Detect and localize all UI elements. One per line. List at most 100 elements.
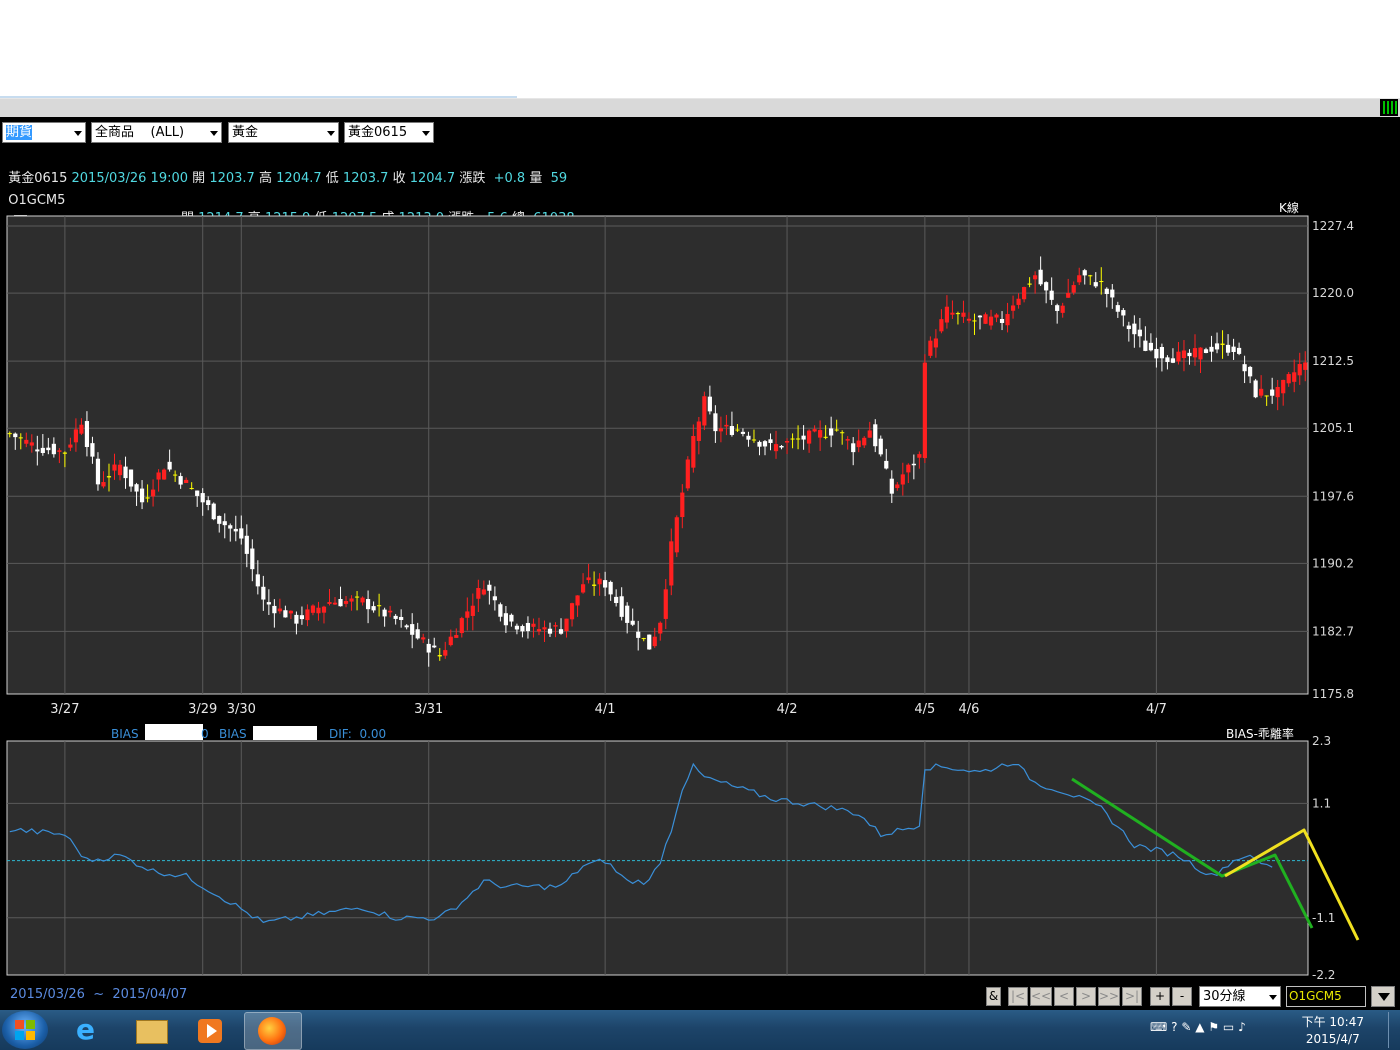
candle-body (487, 584, 492, 591)
candle-body (255, 574, 260, 587)
candle-body (106, 476, 112, 478)
taskbar-firefox[interactable] (244, 1012, 302, 1050)
symbol-dropdown-button[interactable] (1371, 986, 1395, 1007)
chevron-down-icon (1269, 995, 1277, 1000)
nav-next-button[interactable]: > (1076, 987, 1096, 1006)
candle-body (73, 429, 79, 443)
candle-body (156, 472, 161, 480)
candle-body (762, 441, 768, 447)
candle-body (994, 314, 999, 318)
nav-prev-page-button[interactable]: << (1030, 987, 1052, 1006)
candle-body (250, 548, 255, 570)
candle-body (1055, 305, 1060, 311)
candle-body (277, 608, 282, 612)
candle-body (112, 464, 117, 471)
candle-body (1099, 281, 1104, 283)
candle-body (773, 444, 779, 452)
candle-body (294, 614, 299, 624)
candle-body (1132, 323, 1137, 335)
candle-body (1005, 314, 1010, 326)
candle-body (1259, 388, 1264, 396)
candle-body (1060, 305, 1065, 313)
nav-amp-button[interactable]: & (986, 987, 1001, 1006)
candle-body (51, 443, 56, 455)
symbol-input[interactable]: O1GCM5 (1286, 986, 1366, 1007)
date-start: 2015/03/26 (10, 987, 85, 1002)
candle-body (520, 626, 525, 632)
candle-body (503, 613, 508, 626)
candle-body (911, 463, 916, 466)
nav-last-button[interactable]: >| (1122, 987, 1142, 1006)
candle-body (768, 439, 773, 443)
nav-first-button[interactable]: |< (1008, 987, 1028, 1006)
network-icon[interactable]: ▭ (1223, 1020, 1234, 1034)
candle-body (547, 628, 553, 634)
pen-icon[interactable]: ✎ (1181, 1020, 1191, 1034)
zoom-in-button[interactable]: + (1150, 987, 1170, 1006)
candle-body (944, 306, 950, 323)
chevron-down-icon (1378, 993, 1390, 1001)
candle-body (729, 426, 735, 435)
candle-body (1165, 357, 1170, 363)
candle-body (195, 490, 200, 496)
expand-tray-icon[interactable]: ▲ (1195, 1020, 1204, 1034)
candle-body (84, 421, 90, 447)
candle-body (272, 605, 277, 614)
keyboard-icon[interactable]: ⌨ (1150, 1020, 1167, 1034)
start-button[interactable] (2, 1011, 48, 1049)
candle-body (856, 440, 861, 448)
show-desktop-button[interactable] (1388, 1012, 1399, 1048)
candle-body (1049, 290, 1054, 300)
candle-body (1066, 292, 1071, 298)
candle-body (448, 636, 453, 646)
candle-body (514, 625, 520, 630)
candle-body (1110, 289, 1115, 298)
tray-icons: ⌨ ? ✎ ▲ ⚑ ▭ ♪ (1150, 1020, 1246, 1034)
help-icon[interactable]: ? (1171, 1020, 1177, 1034)
candle-body (382, 609, 387, 617)
bias-axis: 2.3 1.1 -1.1 -2.2 (1312, 734, 1335, 982)
candle-body (299, 615, 305, 620)
candle-body (1209, 346, 1214, 352)
candle-body (625, 605, 630, 623)
candle-body (310, 605, 316, 613)
candle-body (999, 319, 1005, 323)
candle-body (608, 581, 613, 595)
candle-body (40, 447, 45, 454)
nav-prev-button[interactable]: < (1054, 987, 1074, 1006)
system-clock[interactable]: 下午 10:47 2015/4/7 (1302, 1014, 1364, 1048)
taskbar-explorer[interactable] (124, 1012, 180, 1048)
candle-body (988, 316, 994, 326)
candle-body (680, 492, 685, 518)
nav-next-page-button[interactable]: >> (1098, 987, 1120, 1006)
candle-body (1137, 329, 1142, 337)
grip-icon[interactable] (1380, 99, 1398, 116)
candle-body (718, 428, 723, 432)
candle-body (470, 605, 475, 616)
candle-body (1170, 358, 1176, 363)
candle-body (145, 497, 150, 499)
price-tick-label: 1190.2 (1312, 556, 1354, 570)
time-tick-label: 4/2 (777, 702, 798, 717)
taskbar-media[interactable] (184, 1012, 240, 1048)
candle-body (795, 438, 801, 440)
candle-body (1033, 275, 1038, 280)
candle-body (410, 624, 415, 635)
bias-plot-area (6, 740, 1309, 976)
volume-icon[interactable]: ♪ (1238, 1020, 1246, 1034)
candle-body (492, 596, 497, 601)
window-title-strip (0, 98, 1400, 118)
candle-body (1253, 380, 1258, 398)
candle-body (966, 318, 972, 321)
zoom-out-button[interactable]: - (1172, 987, 1192, 1006)
time-tick-label: 4/7 (1146, 702, 1167, 717)
candle-body (1126, 325, 1131, 330)
taskbar-ie[interactable]: e (64, 1012, 120, 1048)
candle-body (823, 436, 828, 438)
timeframe-select[interactable]: 30分線 (1199, 986, 1281, 1007)
firefox-icon (258, 1017, 286, 1045)
candle-body (1016, 298, 1021, 305)
flag-icon[interactable]: ⚑ (1208, 1020, 1219, 1034)
candle-body (393, 615, 398, 619)
candle-body (525, 622, 531, 632)
